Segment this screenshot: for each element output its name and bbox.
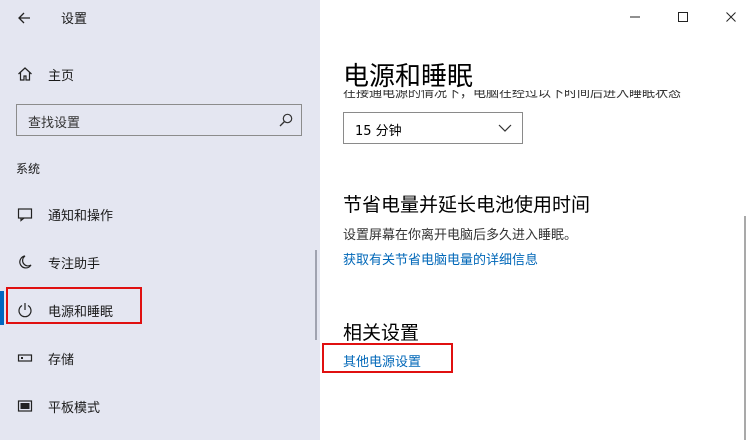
search-placeholder: 查找设置	[28, 116, 81, 131]
sidebar-item-home[interactable]: 主页	[0, 54, 316, 94]
search-input[interactable]: 查找设置	[16, 104, 302, 136]
sidebar-item-storage[interactable]: 存储	[0, 338, 316, 378]
sidebar-item-label: 存储	[48, 352, 75, 368]
sleep-description-clipped: 在接通电源的情况下，电脑在经过以下时间后进入睡眠状态	[343, 90, 723, 100]
close-button[interactable]	[716, 4, 746, 30]
sidebar: 设置 主页 查找设置 系统 通知和操作 专注助手 电源和睡眠 存储 平板模式	[0, 0, 320, 440]
highlight-box-power-settings	[322, 343, 453, 373]
sleep-description-text: 在接通电源的情况下，电脑在经过以下时间后进入睡眠状态	[343, 90, 682, 100]
moon-icon	[16, 253, 34, 271]
back-arrow-icon	[18, 12, 30, 24]
battery-heading: 节省电量并延长电池使用时间	[343, 194, 591, 216]
sidebar-item-label: 通知和操作	[48, 208, 114, 224]
highlight-box-power-sleep	[6, 287, 142, 324]
sidebar-item-tablet-mode[interactable]: 平板模式	[0, 386, 316, 426]
dropdown-value: 15 分钟	[355, 124, 402, 139]
battery-info-link[interactable]: 获取有关节省电脑电量的详细信息	[343, 249, 538, 268]
home-icon	[16, 65, 34, 83]
chevron-down-icon	[498, 124, 512, 132]
maximize-icon	[678, 12, 688, 22]
sidebar-item-focus-assist[interactable]: 专注助手	[0, 242, 316, 282]
tablet-icon	[16, 397, 34, 415]
sidebar-item-label: 平板模式	[48, 400, 101, 416]
sidebar-item-label: 主页	[48, 68, 75, 84]
section-label: 系统	[16, 162, 41, 176]
main-scrollbar[interactable]	[744, 216, 746, 440]
related-settings-heading: 相关设置	[343, 322, 420, 344]
battery-description: 设置屏幕在你离开电脑后多久进入睡眠。	[343, 228, 578, 243]
back-button[interactable]	[12, 6, 36, 30]
sidebar-item-notifications[interactable]: 通知和操作	[0, 194, 316, 234]
sidebar-item-label: 专注助手	[48, 256, 101, 272]
app-title: 设置	[61, 12, 88, 27]
sidebar-scrollbar[interactable]	[315, 250, 317, 340]
page-title: 电源和睡眠	[343, 62, 474, 92]
main-pane: 电源和睡眠 在接通电源的情况下，电脑在经过以下时间后进入睡眠状态 15 分钟 节…	[320, 0, 752, 440]
storage-icon	[16, 349, 34, 367]
sleep-time-dropdown[interactable]: 15 分钟	[343, 112, 523, 144]
close-icon	[726, 12, 736, 22]
minimize-icon	[630, 16, 640, 18]
notification-icon	[16, 205, 34, 223]
search-icon	[279, 113, 293, 127]
maximize-button[interactable]	[668, 4, 698, 30]
minimize-button[interactable]	[620, 4, 650, 30]
